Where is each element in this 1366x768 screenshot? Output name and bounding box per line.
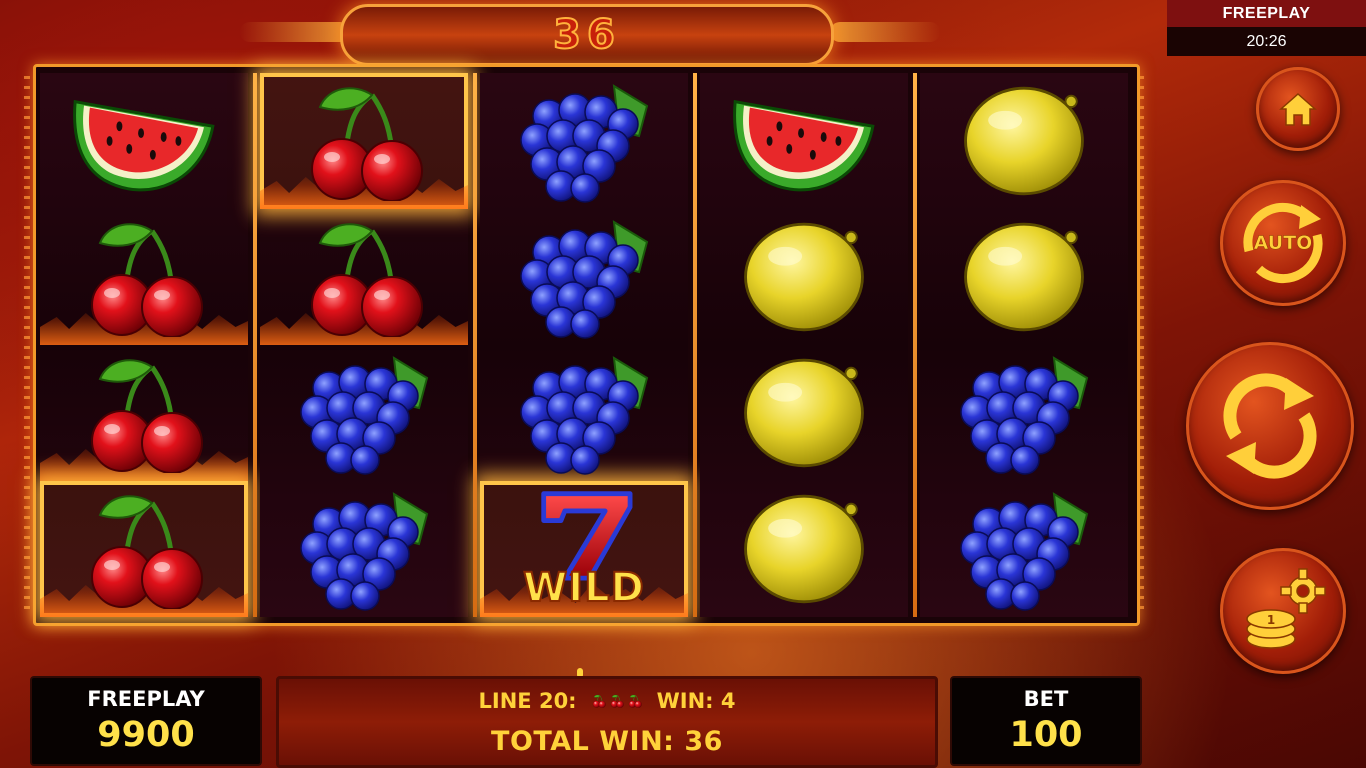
reel-3: WILD bbox=[480, 73, 688, 617]
reel-cell-grapes bbox=[260, 481, 468, 617]
lemon-icon bbox=[738, 491, 870, 607]
reel-cell-cherry bbox=[260, 209, 468, 345]
clock-title: FREEPLAY bbox=[1167, 0, 1366, 27]
grapes-icon bbox=[949, 484, 1099, 614]
watermelon-icon bbox=[729, 82, 879, 200]
cherry-icon bbox=[74, 489, 214, 609]
spin-icon bbox=[1223, 373, 1317, 479]
cherry-icon bbox=[294, 217, 434, 337]
reel-cell-grapes bbox=[480, 73, 688, 209]
reel-cell-grapes bbox=[920, 345, 1128, 481]
line-label: LINE 20: bbox=[478, 689, 577, 713]
banner-flame-left bbox=[240, 22, 350, 42]
coin-settings-icon: 1 bbox=[1246, 568, 1326, 649]
auto-label: AUTO bbox=[1253, 232, 1313, 255]
freeplay-clock: FREEPLAY 20:26 bbox=[1167, 0, 1366, 56]
reel-separator bbox=[473, 73, 477, 617]
wild-label: WILD bbox=[522, 564, 645, 612]
bet-value: 100 bbox=[1009, 715, 1083, 755]
cherry-icon bbox=[627, 693, 643, 709]
cherry-icon bbox=[74, 353, 214, 473]
cherry-icon bbox=[294, 81, 434, 201]
reel-cell-lemon bbox=[700, 481, 908, 617]
reels-frame: WILD bbox=[33, 64, 1140, 626]
reel-cell-grapes bbox=[260, 345, 468, 481]
grapes-icon bbox=[289, 484, 439, 614]
freeplay-balance-panel: FREEPLAY 9900 bbox=[30, 676, 262, 766]
bet-panel[interactable]: BET 100 bbox=[950, 676, 1142, 766]
reel-cell-lemon bbox=[700, 345, 908, 481]
reel-cell-lemon bbox=[920, 73, 1128, 209]
home-button[interactable] bbox=[1256, 67, 1340, 151]
reel-cell-cherry bbox=[40, 345, 248, 481]
reel-cell-watermelon bbox=[700, 73, 908, 209]
grapes-icon bbox=[949, 348, 1099, 478]
lemon-icon bbox=[958, 219, 1090, 335]
reel-cell-cherry bbox=[40, 481, 248, 617]
reel-separator bbox=[913, 73, 917, 617]
reel-cell-lemon bbox=[920, 209, 1128, 345]
lemon-icon bbox=[738, 355, 870, 471]
lemon-icon bbox=[958, 83, 1090, 199]
reel-separator bbox=[253, 73, 257, 617]
grapes-icon bbox=[289, 348, 439, 478]
total-win-row: TOTAL WIN: 36 bbox=[279, 726, 935, 757]
clock-time: 20:26 bbox=[1167, 27, 1366, 56]
grapes-icon bbox=[509, 348, 659, 478]
line-symbols bbox=[591, 693, 643, 709]
bet-settings-button[interactable]: 1 bbox=[1220, 548, 1346, 674]
win-banner-amount: 36 bbox=[552, 11, 621, 59]
lemon-icon bbox=[738, 219, 870, 335]
reel-5 bbox=[920, 73, 1128, 617]
line-win: WIN: 4 bbox=[656, 689, 736, 713]
auto-button[interactable]: AUTO bbox=[1220, 180, 1346, 306]
total-win: TOTAL WIN: 36 bbox=[491, 726, 723, 757]
cherry-icon bbox=[74, 217, 214, 337]
reel-1 bbox=[40, 73, 248, 617]
cherry-icon bbox=[591, 693, 607, 709]
reel-2 bbox=[260, 73, 468, 617]
home-icon bbox=[1279, 92, 1317, 126]
banner-flame-right bbox=[830, 22, 940, 42]
watermelon-icon bbox=[69, 82, 219, 200]
reel-cell-watermelon bbox=[40, 73, 248, 209]
bet-label: BET bbox=[1023, 687, 1069, 711]
rail-dots-left bbox=[24, 76, 30, 616]
grapes-icon bbox=[509, 76, 659, 206]
spin-button[interactable] bbox=[1186, 342, 1354, 510]
reel-cell-wild-seven: WILD bbox=[480, 481, 688, 617]
freeplay-value: 9900 bbox=[97, 715, 195, 755]
win-banner: 36 bbox=[340, 4, 834, 66]
svg-text:1: 1 bbox=[1267, 613, 1275, 627]
line-win-row: LINE 20: WIN: 4 bbox=[279, 689, 935, 713]
reel-cell-cherry bbox=[40, 209, 248, 345]
grapes-icon bbox=[509, 212, 659, 342]
reel-4 bbox=[700, 73, 908, 617]
reel-cell-grapes bbox=[480, 209, 688, 345]
reel-cell-grapes bbox=[480, 345, 688, 481]
reel-cell-cherry bbox=[260, 73, 468, 209]
cherry-icon bbox=[609, 693, 625, 709]
reel-separator bbox=[693, 73, 697, 617]
reel-cell-grapes bbox=[920, 481, 1128, 617]
freeplay-label: FREEPLAY bbox=[87, 687, 205, 711]
reel-cell-lemon bbox=[700, 209, 908, 345]
win-info-panel: LINE 20: WIN: 4 TOTAL WIN: 36 bbox=[276, 676, 938, 768]
